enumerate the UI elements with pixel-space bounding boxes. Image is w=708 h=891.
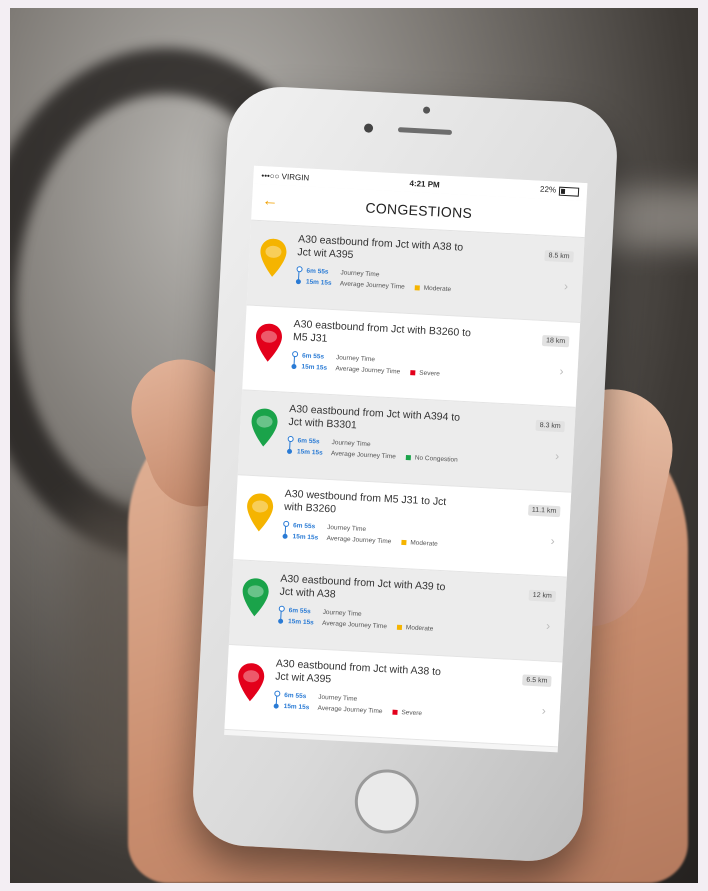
list-item-content: A30 eastbound from Jct with A39 to Jct w…: [277, 563, 567, 662]
chevron-right-icon: ›: [541, 703, 547, 718]
front-sensor: [422, 106, 431, 114]
list-item[interactable]: A30 eastbound from Jct with A38 to Jct w…: [224, 645, 563, 748]
distance-badge: 8.5 km: [544, 250, 574, 263]
journey-time-label: Journey Time: [331, 439, 371, 449]
journey-times: 6m 55s Journey Time 15m 15s Average Journe…: [291, 350, 578, 387]
chevron-right-icon: ›: [554, 448, 560, 464]
avg-time-value: 15m 15s: [292, 533, 319, 542]
home-button[interactable]: [353, 767, 421, 836]
map-pin-icon: [224, 645, 276, 731]
journey-time-label: Journey Time: [322, 608, 362, 618]
page-title: CONGESTIONS: [365, 199, 473, 222]
map-pin-icon: [229, 560, 281, 646]
chevron-right-icon: ›: [550, 533, 556, 548]
avg-time-value: 15m 15s: [296, 448, 323, 457]
avg-time-label: Average Journey Time: [317, 704, 383, 716]
status-badge: Severe: [410, 369, 440, 378]
status-badge: Severe: [392, 709, 423, 718]
avg-time-value: 15m 15s: [283, 702, 310, 712]
journey-times: 6m 55s Journey Time 15m 15s Average Journe…: [277, 605, 565, 642]
journey-time-value: 6m 55s: [288, 607, 311, 616]
journey-times: 6m 55s Journey Time 15m 15s Average Journe…: [273, 689, 560, 726]
map-pin-icon: [233, 475, 285, 561]
avg-time-value: 15m 15s: [287, 618, 314, 627]
journey-time-value: 6m 55s: [292, 522, 316, 531]
congestion-list: A30 eastbound from Jct with A38 to Jct w…: [224, 220, 585, 748]
front-camera: [363, 123, 374, 133]
journey-times: 6m 55s Journey Time 15m 15s Average Journe…: [282, 520, 569, 557]
status-badge: Moderate: [414, 284, 451, 293]
chevron-right-icon: ›: [559, 363, 564, 379]
app-screen: •••○○ VIRGIN 4:21 PM 22% ← CONGESTIONS A…: [224, 165, 588, 753]
route-title: A30 eastbound from Jct with A394 to Jct …: [288, 402, 461, 432]
arrow-left-icon[interactable]: ←: [262, 192, 279, 211]
avg-time-label: Average Journey Time: [326, 534, 392, 546]
status-label: Severe: [401, 709, 423, 718]
list-item-content: A30 eastbound from Jct with A394 to Jct …: [286, 393, 576, 492]
chevron-right-icon: ›: [563, 279, 569, 294]
carrier-label: •••○○ VIRGIN: [261, 170, 310, 183]
status-label: No Congestion: [414, 454, 458, 464]
route-title: A30 eastbound from Jct with A38 to Jct w…: [297, 233, 464, 261]
avg-time-label: Average Journey Time: [335, 365, 401, 376]
avg-time-label: Average Journey Time: [321, 619, 388, 631]
battery-percent: 22%: [539, 184, 557, 195]
battery-indicator: 22%: [539, 184, 580, 197]
avg-time-value: 15m 15s: [305, 278, 332, 287]
distance-badge: 8.3 km: [535, 419, 565, 433]
battery-icon: [558, 186, 580, 197]
journey-time-label: Journey Time: [340, 269, 380, 279]
journey-time-label: Journey Time: [335, 354, 376, 364]
map-pin-icon: [242, 305, 294, 391]
route-title: A30 eastbound from Jct with B3260 to M5 …: [292, 317, 472, 345]
status-label: Severe: [419, 369, 440, 378]
route-title: A30 eastbound from Jct with A39 to Jct w…: [279, 572, 446, 601]
background-photo: •••○○ VIRGIN 4:21 PM 22% ← CONGESTIONS A…: [10, 8, 698, 883]
list-item-content: A30 eastbound from Jct with A38 to Jct w…: [295, 223, 585, 322]
status-label: Moderate: [423, 284, 452, 294]
list-item-content: A30 eastbound from Jct with A38 to Jct w…: [272, 648, 562, 747]
journey-time-label: Journey Time: [318, 693, 358, 703]
journey-times: 6m 55s Journey Time 15m 15s Average Journe…: [295, 265, 583, 302]
distance-badge: 18 km: [541, 335, 570, 348]
status-badge: Moderate: [396, 624, 434, 633]
distance-badge: 11.1 km: [527, 504, 561, 518]
list-item-content: A30 westbound from M5 J31 to Jct with B3…: [281, 478, 571, 577]
chevron-right-icon: ›: [545, 618, 551, 633]
journey-time-label: Journey Time: [326, 524, 367, 534]
route-title: A30 westbound from M5 J31 to Jct with B3…: [283, 487, 447, 516]
distance-badge: 6.5 km: [522, 674, 552, 687]
status-label: Moderate: [410, 539, 438, 548]
journey-time-value: 6m 55s: [306, 267, 329, 276]
journey-times: 6m 55s Journey Time 15m 15s Average Journe…: [286, 435, 574, 472]
phone: •••○○ VIRGIN 4:21 PM 22% ← CONGESTIONS A…: [190, 84, 620, 864]
avg-time-label: Average Journey Time: [339, 280, 405, 291]
avg-time-label: Average Journey Time: [330, 450, 396, 461]
status-label: Moderate: [405, 624, 434, 633]
journey-time-value: 6m 55s: [284, 691, 307, 701]
journey-time-value: 6m 55s: [297, 437, 320, 446]
distance-badge: 12 km: [528, 589, 557, 603]
status-badge: Moderate: [401, 539, 438, 548]
journey-time-value: 6m 55s: [301, 352, 325, 361]
map-pin-icon: [247, 221, 299, 307]
list-item-content: A30 eastbound from Jct with B3260 to M5 …: [290, 308, 580, 407]
avg-time-value: 15m 15s: [301, 363, 328, 372]
clock: 4:21 PM: [409, 178, 440, 189]
status-badge: No Congestion: [405, 454, 458, 464]
map-pin-icon: [238, 390, 290, 476]
route-title: A30 eastbound from Jct with A38 to Jct w…: [274, 657, 442, 686]
earpiece-speaker: [397, 127, 453, 135]
